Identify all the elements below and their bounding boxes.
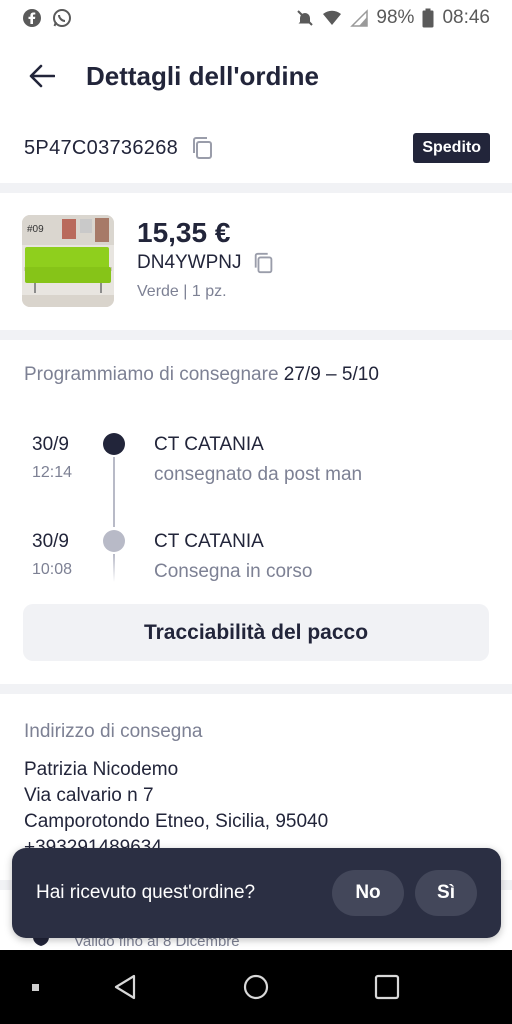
track-package-button[interactable]: Tracciabilità del pacco (23, 604, 489, 661)
order-id-wrap: 5P47C03736268 (24, 135, 216, 161)
address-street: Via calvario n 7 (24, 785, 154, 806)
navigation-bar (0, 950, 512, 1024)
timeline-dot (103, 530, 125, 552)
status-badge: Spedito (413, 133, 490, 163)
snackbar-question: Hai ricevuto quest'ordine? (36, 882, 256, 903)
home-nav-button[interactable] (240, 972, 272, 1002)
product-card[interactable]: #09 15,35 € DN4YWPNJ Verde | 1 pz. (22, 215, 490, 309)
event-time: 10:08 (32, 561, 73, 578)
delivery-address: Patrizia Nicodemo Via calvario n 7 Campo… (24, 757, 328, 861)
event-place: CT CATANIA (154, 531, 264, 552)
event-description: consegnato da post man (154, 464, 363, 485)
product-variant: Verde | 1 pz. (137, 283, 227, 300)
page-title: Dettagli dell'ordine (86, 60, 319, 91)
event-description: Consegna in corso (154, 561, 313, 582)
delivery-schedule: Programmiamo di consegnare 27/9 – 5/10 (24, 364, 379, 386)
sku-row: DN4YWPNJ (137, 251, 276, 275)
tracking-timeline: 30/9 12:14 CT CATANIA consegnato da post… (0, 430, 512, 624)
thumbnail-label: #09 (27, 224, 44, 235)
section-divider (0, 330, 512, 340)
battery-icon (422, 8, 434, 28)
product-sku: DN4YWPNJ (137, 252, 242, 273)
schedule-dates: 27/9 – 5/10 (283, 364, 379, 385)
square-recents-icon (374, 974, 400, 1000)
no-button[interactable]: No (332, 870, 404, 916)
order-received-snackbar: Hai ricevuto quest'ordine? No Sì (12, 848, 501, 938)
yes-button[interactable]: Sì (415, 870, 477, 916)
recents-nav-button[interactable] (371, 972, 403, 1002)
event-date: 30/9 (32, 531, 69, 552)
mute-icon (297, 10, 314, 26)
facebook-icon (23, 9, 41, 27)
copy-icon[interactable] (190, 135, 216, 161)
timeline-event: 30/9 12:14 CT CATANIA consegnato da post… (0, 430, 512, 527)
copy-icon[interactable] (252, 251, 276, 275)
arrow-left-icon (29, 64, 55, 88)
address-city: Camporotondo Etneo, Sicilia, 95040 (24, 811, 329, 832)
status-right: 98% 08:46 (296, 7, 490, 29)
event-place: CT CATANIA (154, 434, 264, 455)
product-info: 15,35 € DN4YWPNJ Verde | 1 pz. (137, 215, 276, 309)
timeline-line (113, 457, 115, 527)
order-id: 5P47C03736268 (24, 136, 179, 159)
product-price: 15,35 € (137, 217, 231, 248)
battery-percent: 98% (376, 7, 415, 28)
whatsapp-icon (53, 9, 71, 27)
triangle-back-icon (114, 974, 136, 1000)
order-id-row: 5P47C03736268 Spedito (24, 128, 490, 168)
clock: 08:46 (442, 7, 490, 28)
header: Dettagli dell'ordine (0, 44, 512, 108)
address-label: Indirizzo di consegna (24, 721, 203, 742)
nav-dot-button[interactable] (30, 982, 40, 992)
status-bar: 98% 08:46 (0, 0, 512, 36)
address-name: Patrizia Nicodemo (24, 759, 179, 780)
circle-home-icon (243, 974, 269, 1000)
back-nav-button[interactable] (108, 972, 142, 1002)
event-date: 30/9 (32, 434, 69, 455)
timeline-dot-active (103, 433, 125, 455)
back-button[interactable] (22, 56, 62, 96)
event-time: 12:14 (32, 464, 73, 481)
product-thumbnail: #09 (22, 215, 114, 307)
section-divider (0, 183, 512, 193)
wifi-icon (323, 10, 342, 25)
section-divider (0, 684, 512, 694)
status-left (22, 8, 72, 28)
schedule-prefix: Programmiamo di consegnare (24, 364, 279, 385)
signal-icon (350, 9, 369, 27)
timeline-line (113, 554, 115, 582)
dot-icon (31, 983, 39, 991)
